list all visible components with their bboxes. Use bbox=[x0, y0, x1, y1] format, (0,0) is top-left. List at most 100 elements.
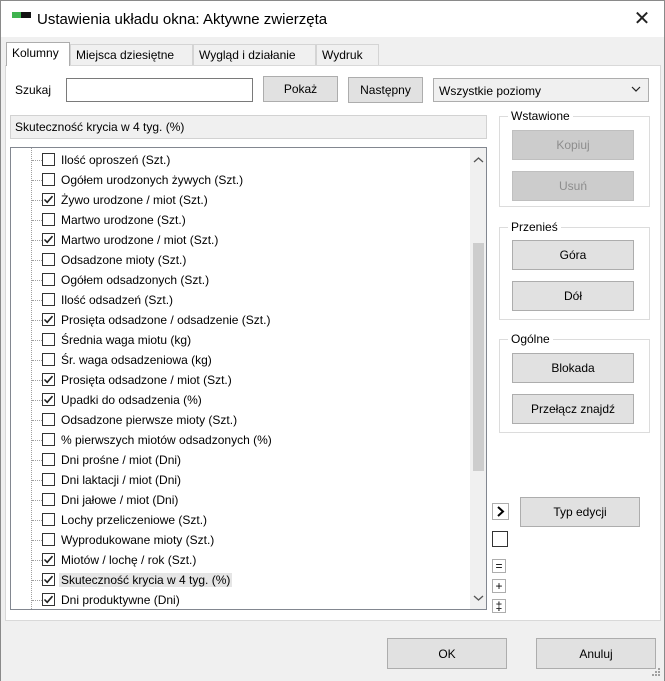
column-checkbox[interactable] bbox=[42, 153, 55, 166]
checkmark-icon bbox=[43, 315, 54, 324]
column-checkbox[interactable] bbox=[42, 573, 55, 586]
list-item[interactable]: Ilość odsadzeń (Szt.) bbox=[11, 290, 471, 310]
column-checkbox[interactable] bbox=[42, 393, 55, 406]
list-item-label: Odsadzone pierwsze mioty (Szt.) bbox=[61, 413, 238, 427]
column-checkbox[interactable] bbox=[42, 193, 55, 206]
next-button[interactable]: Następny bbox=[348, 77, 423, 103]
list-item-label: Dni produktywne (Dni) bbox=[61, 593, 180, 607]
scroll-down-icon[interactable] bbox=[470, 589, 487, 606]
expand-button[interactable] bbox=[492, 503, 509, 520]
list-item[interactable]: Dni produktywne (Dni) bbox=[11, 590, 471, 609]
list-item[interactable]: Średnia waga miotu (kg) bbox=[11, 330, 471, 350]
move-up-button[interactable]: Góra bbox=[512, 240, 634, 270]
column-checkbox[interactable] bbox=[42, 473, 55, 486]
list-item-label: Odsadzone mioty (Szt.) bbox=[61, 253, 187, 267]
list-item[interactable]: Odsadzone pierwsze mioty (Szt.) bbox=[11, 410, 471, 430]
list-item[interactable]: Ilość oproszeń (Szt.) bbox=[11, 150, 471, 170]
column-checkbox[interactable] bbox=[42, 373, 55, 386]
tree-connector bbox=[32, 360, 42, 361]
tab-miejsca-dziesietne[interactable]: Miejsca dziesiętne bbox=[70, 44, 193, 65]
resize-grip-icon[interactable] bbox=[651, 667, 661, 677]
equal-button[interactable]: = bbox=[492, 559, 506, 573]
column-checkbox[interactable] bbox=[42, 173, 55, 186]
toggle-checkbox[interactable] bbox=[492, 531, 508, 547]
list-item[interactable]: Ogółem odsadzonych (Szt.) bbox=[11, 270, 471, 290]
list-item[interactable]: Prosięta odsadzone / odsadzenie (Szt.) bbox=[11, 310, 471, 330]
column-checkbox[interactable] bbox=[42, 213, 55, 226]
list-item-label: Prosięta odsadzone / miot (Szt.) bbox=[61, 373, 232, 387]
list-item[interactable]: Wyprodukowane mioty (Szt.) bbox=[11, 530, 471, 550]
list-item[interactable]: Upadki do odsadzenia (%) bbox=[11, 390, 471, 410]
column-checkbox[interactable] bbox=[42, 513, 55, 526]
ok-button[interactable]: OK bbox=[387, 638, 507, 669]
columns-list[interactable]: Ilość oproszeń (Szt.) Ogółem urodzonych ż… bbox=[10, 147, 487, 610]
tree-connector bbox=[32, 380, 42, 381]
scrollbar-thumb[interactable] bbox=[473, 243, 484, 471]
tab-wyglad-i-dzialanie[interactable]: Wygląd i działanie bbox=[193, 44, 316, 65]
close-icon[interactable]: ✕ bbox=[629, 9, 655, 31]
column-checkbox[interactable] bbox=[42, 493, 55, 506]
cancel-button[interactable]: Anuluj bbox=[536, 638, 656, 669]
plus-button[interactable]: + bbox=[492, 579, 506, 593]
checkmark-icon bbox=[43, 595, 54, 604]
level-select[interactable]: Wszystkie poziomy bbox=[433, 78, 649, 102]
list-item-label: Dni laktacji / miot (Dni) bbox=[61, 473, 182, 487]
list-item-label: Dni jałowe / miot (Dni) bbox=[61, 493, 179, 507]
list-item-label: Prosięta odsadzone / odsadzenie (Szt.) bbox=[61, 313, 271, 327]
list-item-label: Ilość odsadzeń (Szt.) bbox=[61, 293, 174, 307]
list-item[interactable]: Prosięta odsadzone / miot (Szt.) bbox=[11, 370, 471, 390]
column-checkbox[interactable] bbox=[42, 253, 55, 266]
list-item[interactable]: Dni laktacji / miot (Dni) bbox=[11, 470, 471, 490]
delete-button[interactable]: Usuń bbox=[512, 171, 634, 201]
list-item[interactable]: Żywo urodzone / miot (Szt.) bbox=[11, 190, 471, 210]
move-down-button[interactable]: Dół bbox=[512, 281, 634, 311]
list-item[interactable]: Miotów / lochę / rok (Szt.) bbox=[11, 550, 471, 570]
list-item[interactable]: Odsadzone mioty (Szt.) bbox=[11, 250, 471, 270]
column-checkbox[interactable] bbox=[42, 413, 55, 426]
column-checkbox[interactable] bbox=[42, 333, 55, 346]
tree-connector bbox=[32, 260, 42, 261]
checkmark-icon bbox=[43, 195, 54, 204]
column-checkbox[interactable] bbox=[42, 353, 55, 366]
column-checkbox[interactable] bbox=[42, 273, 55, 286]
tree-connector bbox=[32, 200, 42, 201]
copy-button[interactable]: Kopiuj bbox=[512, 130, 634, 160]
list-item[interactable]: Martwo urodzone / miot (Szt.) bbox=[11, 230, 471, 250]
list-item[interactable]: Martwo urodzone (Szt.) bbox=[11, 210, 471, 230]
list-item[interactable]: Dni jałowe / miot (Dni) bbox=[11, 490, 471, 510]
list-item[interactable]: Ogółem urodzonych żywych (Szt.) bbox=[11, 170, 471, 190]
window-title: Ustawienia układu okna: Aktywne zwierzęt… bbox=[37, 11, 328, 28]
general-group-title: Ogólne bbox=[508, 332, 553, 346]
list-item-label: Wyprodukowane mioty (Szt.) bbox=[61, 533, 215, 547]
tree-connector bbox=[32, 440, 42, 441]
list-item[interactable]: Skuteczność krycia w 4 tyg. (%) bbox=[11, 570, 471, 590]
toggle-find-button[interactable]: Przełącz znajdź bbox=[512, 394, 634, 424]
vertical-scrollbar[interactable] bbox=[470, 148, 487, 609]
checkmark-icon bbox=[43, 575, 54, 584]
column-checkbox[interactable] bbox=[42, 533, 55, 546]
search-input[interactable] bbox=[66, 78, 253, 102]
list-item[interactable]: Śr. waga odsadzeniowa (kg) bbox=[11, 350, 471, 370]
column-checkbox[interactable] bbox=[42, 313, 55, 326]
column-checkbox[interactable] bbox=[42, 293, 55, 306]
column-checkbox[interactable] bbox=[42, 453, 55, 466]
list-item[interactable]: Lochy przeliczeniowe (Szt.) bbox=[11, 510, 471, 530]
tree-connector bbox=[32, 400, 42, 401]
column-checkbox[interactable] bbox=[42, 593, 55, 606]
dagger-button[interactable]: ‡ bbox=[492, 599, 506, 613]
list-item-label: % pierwszych miotów odsadzonych (%) bbox=[61, 433, 272, 447]
tab-kolumny[interactable]: Kolumny bbox=[6, 42, 70, 66]
list-item[interactable]: % pierwszych miotów odsadzonych (%) bbox=[11, 430, 471, 450]
edit-type-button[interactable]: Typ edycji bbox=[520, 497, 640, 527]
column-checkbox[interactable] bbox=[42, 433, 55, 446]
tab-wydruk[interactable]: Wydruk bbox=[316, 44, 379, 65]
list-item-label: Żywo urodzone / miot (Szt.) bbox=[61, 193, 208, 207]
list-item-label: Upadki do odsadzenia (%) bbox=[61, 393, 202, 407]
list-item[interactable]: Dni prośne / miot (Dni) bbox=[11, 450, 471, 470]
tree-connector bbox=[32, 500, 42, 501]
show-button[interactable]: Pokaż bbox=[263, 76, 338, 102]
scroll-up-icon[interactable] bbox=[470, 152, 487, 169]
column-checkbox[interactable] bbox=[42, 553, 55, 566]
lock-button[interactable]: Blokada bbox=[512, 353, 634, 383]
column-checkbox[interactable] bbox=[42, 233, 55, 246]
